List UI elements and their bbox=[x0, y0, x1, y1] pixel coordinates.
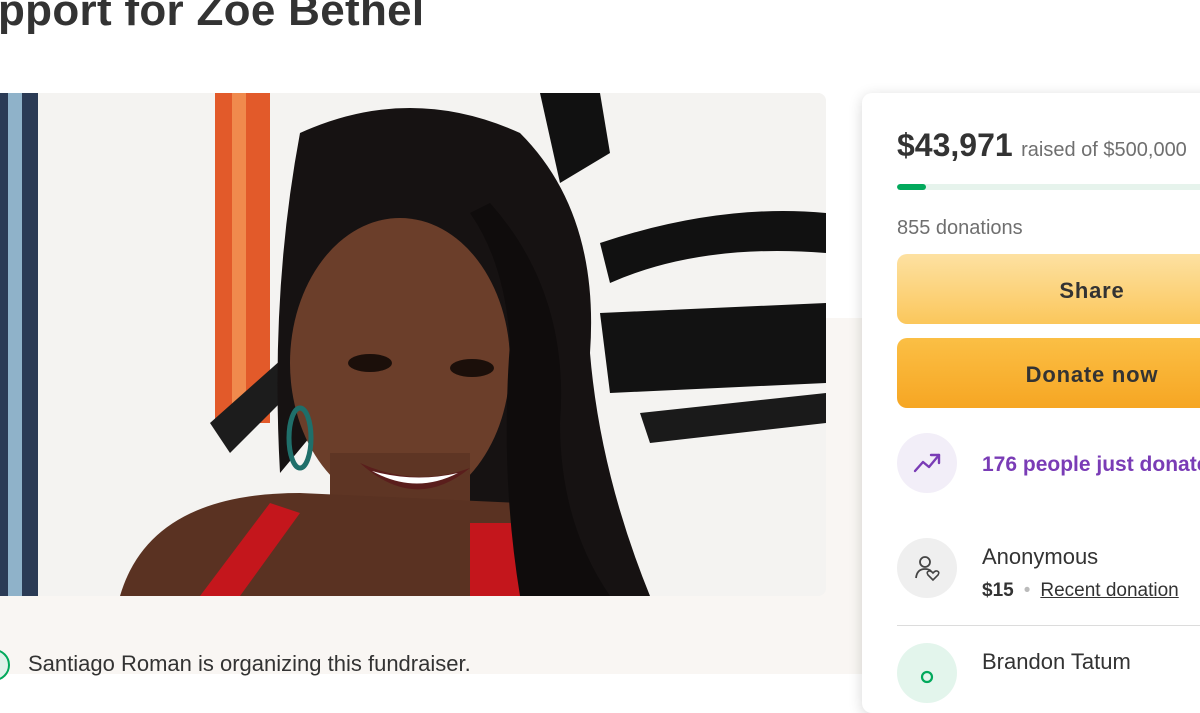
user-heart-icon bbox=[897, 538, 957, 598]
campaign-hero-image[interactable] bbox=[0, 93, 826, 596]
share-button-label: Share bbox=[1059, 278, 1125, 303]
donations-count: 855 donations bbox=[897, 217, 1023, 239]
donor-name: Anonymous bbox=[982, 544, 1099, 569]
divider bbox=[897, 625, 1200, 626]
raised-amount: $43,971 bbox=[897, 127, 1013, 163]
recent-donation-link[interactable]: Recent donation bbox=[1040, 580, 1178, 601]
raised-goal: raised of $500,000 bbox=[1021, 139, 1187, 161]
organizer-row: Santiago Roman is organizing this fundra… bbox=[0, 645, 798, 685]
separator-dot: • bbox=[1023, 580, 1031, 601]
raised-summary: $43,971 raised of $500,000 bbox=[897, 127, 1187, 164]
organizer-avatar bbox=[0, 649, 10, 681]
donor-name: Brandon Tatum bbox=[982, 649, 1131, 674]
donate-now-button[interactable]: Donate now bbox=[897, 338, 1200, 408]
trending-up-icon bbox=[897, 433, 957, 493]
hero-photo bbox=[0, 93, 826, 596]
share-button[interactable]: Share bbox=[897, 254, 1200, 324]
progress-bar-fill bbox=[897, 184, 927, 190]
donor-meta: $15 • Recent donation bbox=[982, 580, 1179, 602]
page-title: pport for Zoé Bethel bbox=[0, 0, 425, 35]
trend-text: 176 people just donated bbox=[982, 453, 1200, 476]
donor-amount: $15 bbox=[982, 580, 1014, 601]
organizer-text: Santiago Roman is organizing this fundra… bbox=[28, 651, 471, 676]
progress-bar bbox=[897, 184, 1200, 190]
user-icon bbox=[897, 643, 957, 703]
donate-now-button-label: Donate now bbox=[1025, 362, 1159, 387]
recent-donors-trend: 176 people just donated bbox=[897, 433, 1200, 493]
donation-sidebar-card: $43,971 raised of $500,000 855 donations… bbox=[862, 93, 1200, 713]
